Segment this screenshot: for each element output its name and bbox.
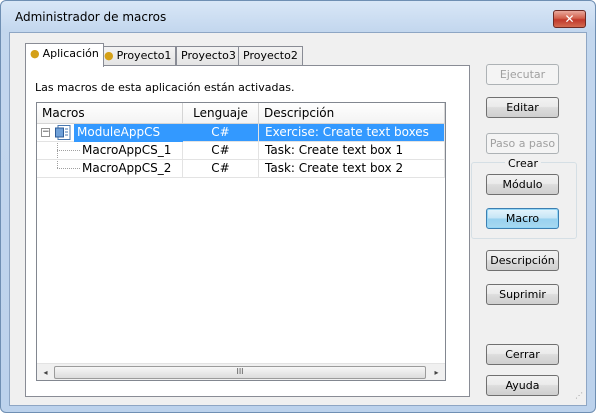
module-icon	[55, 125, 71, 140]
tab-proyecto3[interactable]: Proyecto3	[176, 46, 241, 66]
tab-label: Aplicación	[42, 47, 99, 60]
close-window-button[interactable]: ✕	[553, 10, 586, 28]
macros-list[interactable]: Macros Lenguaje Descripción − ModuleAppC…	[36, 102, 446, 381]
title-bar: Administrador de macros ✕	[1, 1, 595, 31]
resize-grip-icon[interactable]: ⋰	[575, 392, 585, 403]
macro-description: Exercise: Create text boxes	[259, 124, 445, 142]
macro-name: ModuleAppCS	[74, 124, 183, 142]
table-row[interactable]: MacroAppCS_2 C# Task: Create text box 2	[37, 160, 445, 178]
macro-name: MacroAppCS_1	[82, 143, 172, 157]
create-group-label: Crear	[505, 157, 541, 170]
module-button[interactable]: Módulo	[486, 174, 559, 195]
table-row[interactable]: − ModuleAppCS C# Exercise: Create text b…	[37, 124, 445, 142]
window-title: Administrador de macros	[15, 10, 167, 24]
horizontal-scrollbar[interactable]: ◂ III ▸	[37, 363, 445, 380]
grip-icon: III	[236, 367, 244, 376]
lightbulb-icon: ●	[104, 49, 114, 62]
tree-cell: − ModuleAppCS	[37, 124, 183, 142]
macros-enabled-message: Las macros de esta aplicación están acti…	[35, 81, 295, 94]
macro-name: MacroAppCS_2	[82, 161, 172, 175]
help-button[interactable]: Ayuda	[486, 375, 559, 396]
table-row[interactable]: MacroAppCS_1 C# Task: Create text box 1	[37, 142, 445, 160]
collapse-icon[interactable]: −	[41, 128, 50, 137]
macro-manager-window: Administrador de macros ✕ ● Aplicación ● P…	[0, 0, 596, 413]
tab-label: Proyecto1	[116, 49, 172, 62]
tree-cell: MacroAppCS_2	[37, 160, 183, 178]
tab-panel-aplicacion: Las macros de esta aplicación están acti…	[25, 65, 470, 397]
macro-button[interactable]: Macro	[486, 208, 559, 229]
macro-language: C#	[183, 160, 259, 178]
delete-button[interactable]: Suprimir	[486, 284, 559, 305]
scroll-thumb[interactable]: III	[54, 366, 426, 379]
column-header-descripcion[interactable]: Descripción	[259, 103, 445, 124]
column-header-lenguaje[interactable]: Lenguaje	[183, 103, 259, 124]
tab-label: Proyecto2	[243, 49, 298, 62]
step-button[interactable]: Paso a paso	[486, 133, 559, 154]
column-header-macros[interactable]: Macros	[37, 103, 183, 124]
macro-language: C#	[183, 124, 259, 142]
tree-cell: MacroAppCS_1	[37, 142, 183, 160]
tab-proyecto2[interactable]: Proyecto2	[238, 46, 303, 66]
tab-proyecto1[interactable]: ● Proyecto1	[99, 46, 177, 66]
macro-language: C#	[183, 142, 259, 160]
macro-description: Task: Create text box 1	[259, 142, 445, 160]
macro-description: Task: Create text box 2	[259, 160, 445, 178]
tab-label: Proyecto3	[181, 49, 236, 62]
tab-aplicacion[interactable]: ● Aplicación	[25, 43, 104, 67]
lightbulb-icon: ●	[30, 47, 40, 60]
close-button[interactable]: Cerrar	[486, 344, 559, 365]
dialog-client-area: ● Aplicación ● Proyecto1 Proyecto3 Proyect…	[9, 32, 587, 406]
scroll-left-icon[interactable]: ◂	[37, 364, 54, 381]
run-button[interactable]: Ejecutar	[486, 64, 559, 85]
edit-button[interactable]: Editar	[486, 97, 559, 118]
scroll-right-icon[interactable]: ▸	[428, 364, 445, 381]
description-button[interactable]: Descripción	[486, 250, 559, 271]
